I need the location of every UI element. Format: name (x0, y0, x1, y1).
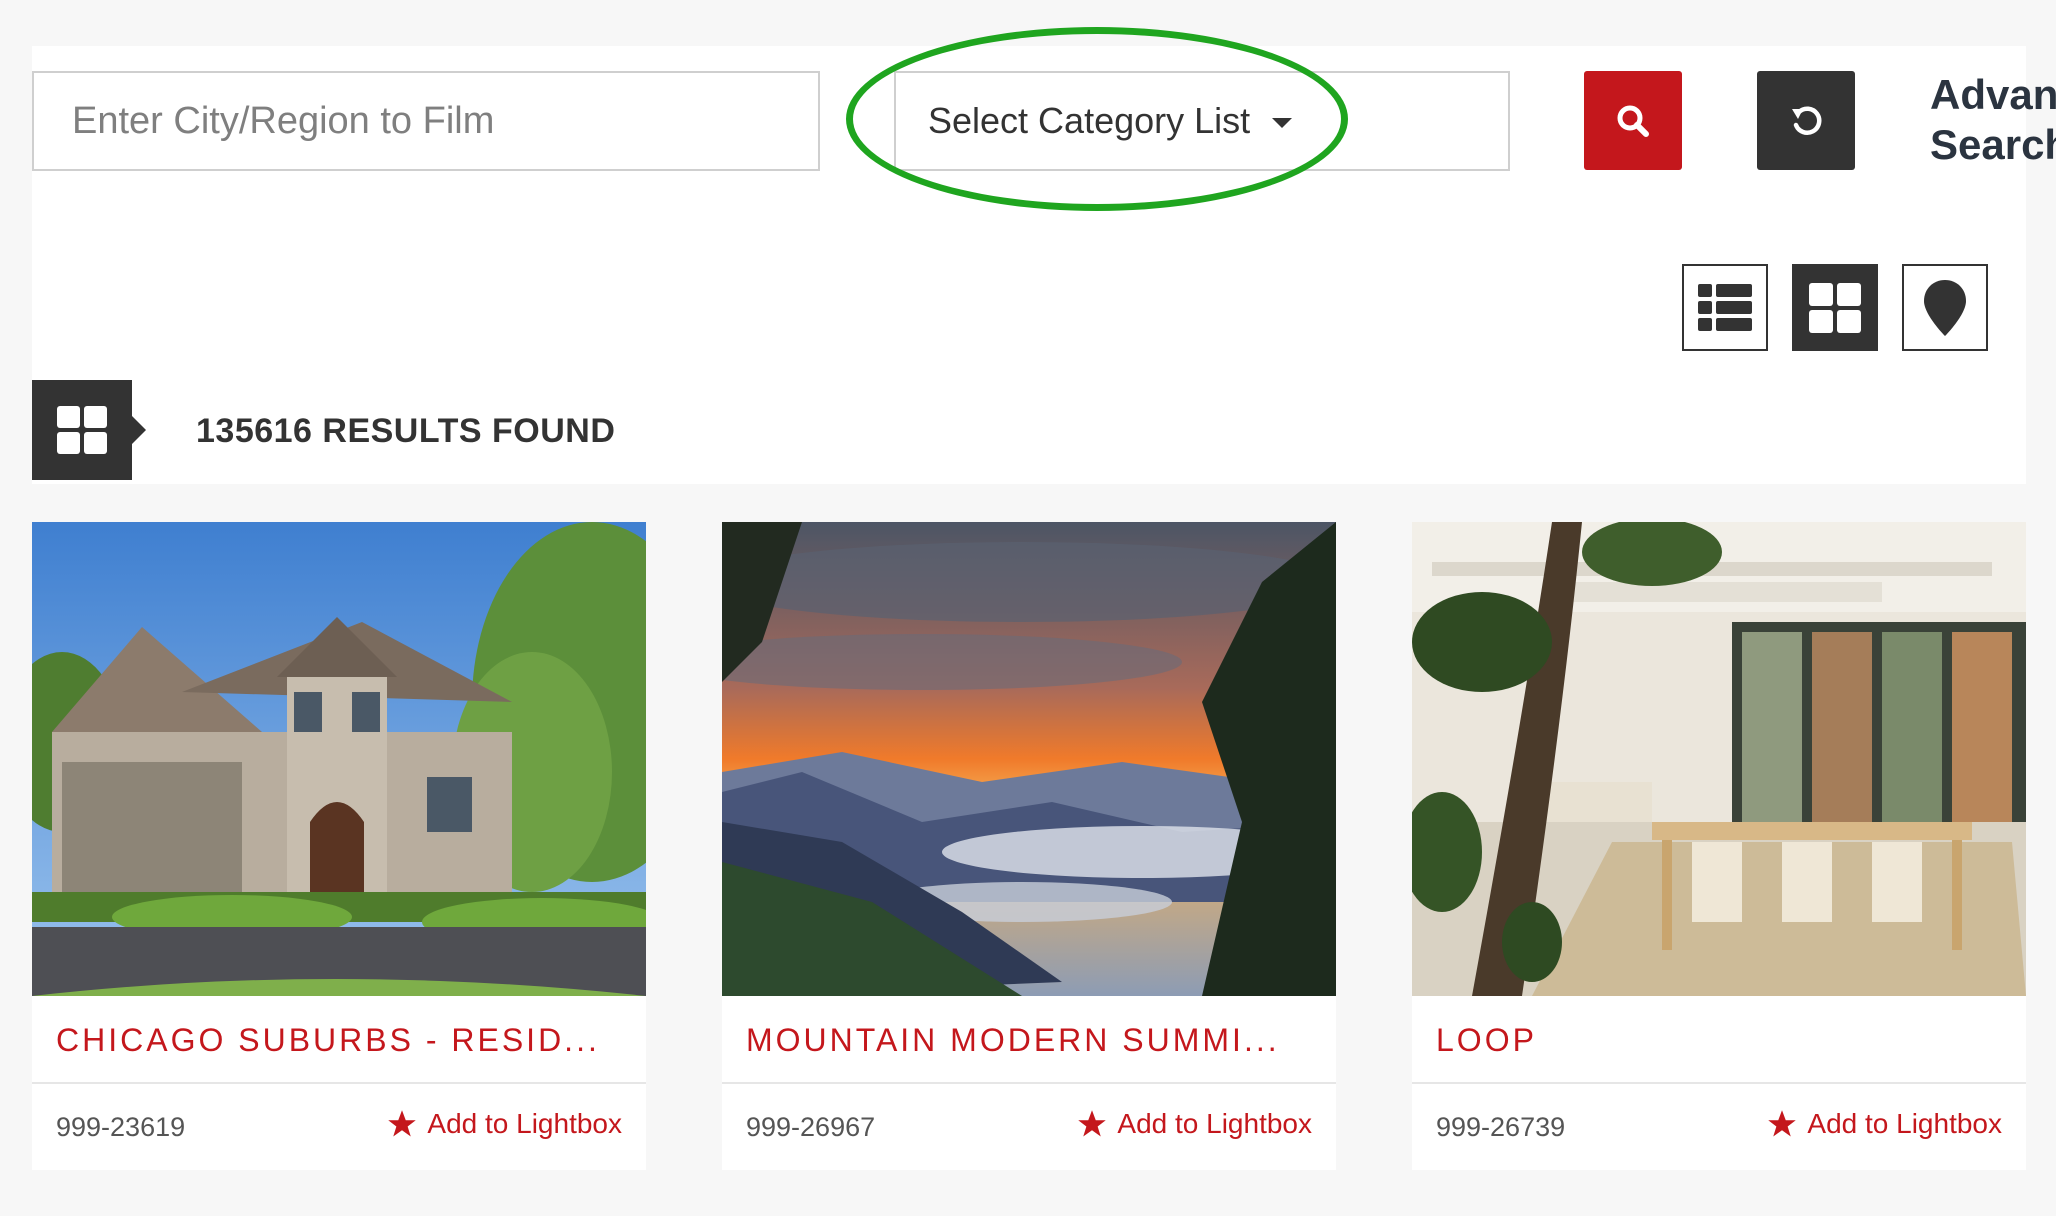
advanced-search-line2: Search (1930, 121, 2056, 168)
location-photo-house[interactable] (32, 522, 646, 996)
grid-view-button[interactable] (1792, 264, 1878, 351)
card-id: 999-26967 (746, 1112, 876, 1142)
star-icon (1078, 1110, 1107, 1137)
card-divider (32, 1082, 646, 1084)
grid-icon (57, 406, 107, 454)
lightbox-label: Add to Lightbox (1117, 1108, 1312, 1139)
map-pin-icon (1924, 279, 1966, 336)
list-view-icon (1698, 283, 1752, 331)
card-id: 999-26739 (1436, 1112, 1566, 1142)
location-photo-mountains[interactable] (722, 522, 1336, 996)
advanced-search-link[interactable]: Advan Search (1930, 70, 2056, 170)
reset-button[interactable] (1757, 71, 1855, 170)
lightbox-label: Add to Lightbox (1807, 1108, 2002, 1139)
category-select[interactable]: Select Category List (894, 71, 1510, 171)
location-card[interactable]: MOUNTAIN MODERN SUMMI... 999-26967 Add t… (722, 522, 1336, 1170)
grid-view-icon (1809, 282, 1861, 333)
caret-down-icon (1272, 118, 1293, 128)
location-card[interactable]: CHICAGO SUBURBS - RESID... 999-23619 Add… (32, 522, 646, 1170)
advanced-search-line1: Advan (1930, 71, 2056, 118)
card-title[interactable]: MOUNTAIN MODERN SUMMI... (746, 1022, 1312, 1059)
results-count: 135616 RESULTS FOUND (196, 412, 616, 450)
map-view-button[interactable] (1902, 264, 1988, 351)
card-divider (722, 1082, 1336, 1084)
grid-badge (32, 380, 146, 480)
location-card[interactable]: LOOP 999-26739 Add to Lightbox (1412, 522, 2026, 1170)
lightbox-label: Add to Lightbox (427, 1108, 622, 1139)
add-to-lightbox-button[interactable]: Add to Lightbox (387, 1108, 622, 1140)
card-id: 999-23619 (56, 1112, 186, 1142)
search-icon (1617, 105, 1649, 137)
location-photo-loft[interactable] (1412, 522, 2026, 996)
star-icon (1768, 1110, 1797, 1137)
star-icon (388, 1110, 417, 1137)
reset-icon (1792, 106, 1822, 135)
list-view-button[interactable] (1682, 264, 1768, 351)
city-search-input[interactable] (32, 71, 820, 171)
add-to-lightbox-button[interactable]: Add to Lightbox (1077, 1108, 1312, 1140)
search-button[interactable] (1584, 71, 1682, 170)
add-to-lightbox-button[interactable]: Add to Lightbox (1767, 1108, 2002, 1140)
category-select-label: Select Category List (928, 100, 1251, 141)
card-title[interactable]: CHICAGO SUBURBS - RESID... (56, 1022, 622, 1059)
card-divider (1412, 1082, 2026, 1084)
card-title[interactable]: LOOP (1436, 1022, 2002, 1059)
